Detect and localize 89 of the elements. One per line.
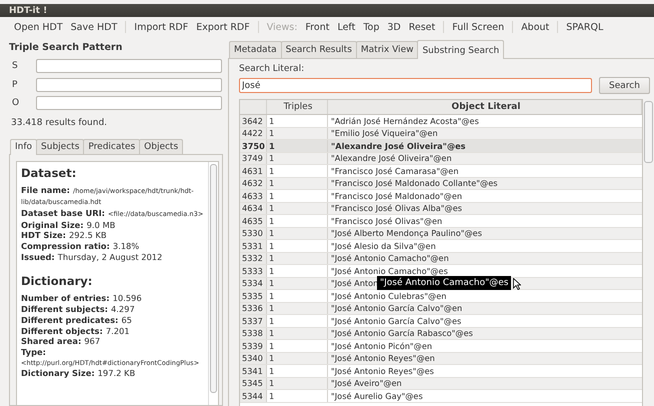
row-number: 5339 — [240, 340, 267, 352]
row-number: 5341 — [240, 365, 267, 376]
table-cell-text: "Alexandre José Oliveira"@es — [330, 140, 466, 151]
table-cell: 1 — [267, 340, 328, 352]
row-number: 3750 — [240, 140, 267, 152]
table-cell-text: "Francisco José Olivas Alba"@es — [330, 203, 462, 214]
row-number: 5335 — [240, 290, 267, 302]
views-label: Views: — [266, 22, 298, 32]
table-cell-text: "José Antonio García Calvo"@en — [330, 303, 462, 314]
table-cell: 1 — [267, 278, 328, 289]
info-line: Compression ratio: 3.18% — [21, 241, 140, 252]
table-cell: 1 — [267, 215, 328, 226]
field-label: O — [11, 98, 20, 108]
row-number: 5333 — [240, 265, 267, 276]
table-cell-text: "Francisco José Olivas"@en — [330, 216, 442, 226]
row-number: 5338 — [240, 328, 267, 339]
row-number: 4631 — [240, 165, 267, 176]
table-cell: 1 — [267, 390, 328, 402]
table-cell: 1 — [267, 128, 328, 139]
table-cell-text: "José Aveiro"@en — [330, 378, 402, 388]
table-cell: 1 — [267, 178, 328, 189]
row-number: 5332 — [240, 252, 267, 264]
row-number: 5337 — [240, 315, 267, 326]
table-cell-text: "Francisco José Maldonado Collante"@es — [330, 178, 498, 188]
table-cell: 1 — [267, 240, 328, 252]
row-number: 3642 — [240, 115, 267, 126]
table-cell-text: "Francisco José Camarasa"@en — [330, 166, 459, 176]
table-cell-text: "Alexandre José Oliveira"@en — [330, 153, 452, 164]
row-number: 5330 — [240, 228, 267, 239]
section-heading: Dictionary: — [21, 274, 94, 288]
table-cell-text: "José Antonio García Calvo"@es — [330, 316, 462, 326]
table-cell: 1 — [267, 328, 328, 339]
row-number: 4634 — [240, 202, 267, 214]
row-number: 5340 — [240, 352, 267, 364]
table-cell: 1 — [267, 315, 328, 326]
table-cell: 1 — [267, 365, 328, 376]
table-cell-text: "José Antonio Culebras"@en — [330, 290, 446, 301]
row-number: 4422 — [240, 128, 267, 139]
results-count: 33.418 results found. — [11, 118, 108, 128]
table-cell: 1 — [267, 378, 328, 389]
row-number: 3749 — [240, 152, 267, 164]
row-number: 4635 — [240, 215, 267, 226]
row-number: 5336 — [240, 302, 267, 314]
table-cell-text: "José Alesio da Silva"@en — [330, 240, 436, 251]
table-cell-text: "Adrián José Hernández Acosta"@es — [330, 116, 479, 126]
window-title: HDT-it ! — [9, 6, 48, 16]
row-number: 4633 — [240, 190, 267, 202]
info-line: Original Size: 9.0 MB — [21, 220, 116, 230]
table-cell-text: "José Antonio García Rabasco"@es — [330, 328, 473, 338]
info-line: Different objects: 7.201 — [21, 326, 131, 336]
info-line: HDT Size: 292.5 KB — [21, 230, 108, 242]
table-cell: 1 — [267, 228, 328, 239]
row-number: 5331 — [240, 240, 267, 252]
section-heading: Dataset: — [21, 166, 78, 180]
info-line: Shared area: 967 — [21, 336, 102, 347]
table-cell: 1 — [267, 252, 328, 264]
table-cell: 1 — [267, 190, 328, 202]
table-cell: 1 — [267, 140, 328, 152]
search-label: Search Literal: — [239, 64, 306, 74]
row-number: 4632 — [240, 178, 267, 189]
section-title: Triple Search Pattern — [9, 42, 124, 53]
table-cell: 1 — [267, 265, 328, 276]
table-cell-text: "José Aurelio Gay"@es — [330, 390, 423, 401]
table-cell-text: "José Alberto Mendonça Paulino"@es — [330, 228, 482, 238]
row-number: 5334 — [240, 278, 267, 289]
table-cell: 1 — [267, 165, 328, 176]
table-cell-text: "José Antonio Reyes"@es — [330, 366, 434, 376]
table-cell: 1 — [267, 115, 328, 126]
table-cell: 1 — [267, 290, 328, 302]
table-cell-text: "José Antonio Camacho"@es — [330, 266, 448, 276]
table-cell-text: "Francisco José Maldonado"@en — [330, 190, 462, 201]
table-cell-text: "José Antonio Picón"@en — [330, 340, 432, 351]
field-label: S — [11, 61, 19, 72]
info-line: Different predicates: 65 — [21, 314, 133, 326]
table-cell-text: "José Antonio Camacho"@en — [330, 253, 449, 264]
info-line: Dictionary Size: 197.2 KB — [21, 368, 136, 380]
table-cell-text: "José Antonio Reyes"@en — [330, 353, 435, 364]
table-cell-text: "Emilio José Viqueira"@en — [330, 128, 438, 138]
row-number: 5344 — [240, 390, 267, 402]
table-cell: 1 — [267, 352, 328, 364]
table-cell: 1 — [267, 302, 328, 314]
field-label: P — [11, 80, 18, 90]
info-line: Different subjects: 4.297 — [21, 304, 136, 315]
table-cell: 1 — [267, 152, 328, 164]
row-number: 5345 — [240, 378, 267, 389]
info-line: Issued: Thursday, 2 August 2012 — [21, 252, 164, 262]
table-cell: 1 — [267, 202, 328, 214]
tooltip: "José Antonio Camacho"@es — [377, 276, 512, 290]
info-line: Number of entries: 10.596 — [21, 293, 143, 304]
